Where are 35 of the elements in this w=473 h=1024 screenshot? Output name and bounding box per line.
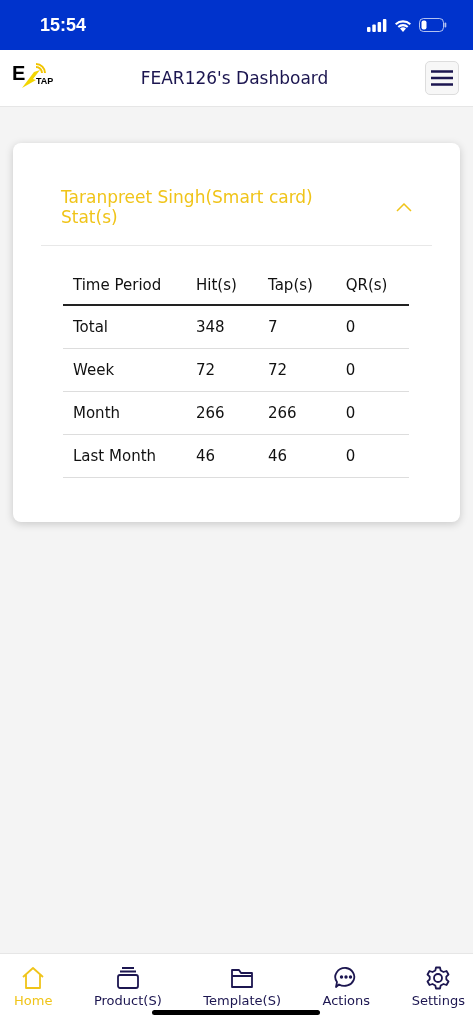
column-header: Hit(s): [186, 266, 258, 305]
menu-button[interactable]: [425, 61, 459, 95]
column-header: Time Period: [63, 266, 186, 305]
table-cell: 46: [258, 434, 336, 478]
logo: E TAP: [12, 61, 52, 90]
table-cell: 7: [258, 305, 336, 349]
menu-icon: [431, 70, 453, 86]
table-cell: 0: [335, 391, 409, 435]
nav-item[interactable]: Template(S): [203, 966, 281, 1024]
table-cell: Month: [63, 391, 186, 435]
table-cell: 266: [258, 391, 336, 435]
settings-icon: [425, 966, 452, 990]
table-cell: 0: [335, 348, 409, 392]
table-cell: Week: [63, 348, 186, 392]
page-title: FEAR126's Dashboard: [139, 68, 330, 88]
table-cell: 72: [186, 348, 258, 392]
table-cell: 348: [186, 305, 258, 349]
table-cell: Total: [63, 305, 186, 349]
battery-icon: [419, 18, 447, 32]
stack-icon: [114, 966, 141, 990]
folder-icon: [229, 966, 256, 990]
table-cell: 266: [186, 391, 258, 435]
column-header: Tap(s): [258, 266, 336, 305]
status-time: 15:54: [40, 14, 87, 36]
column-header: QR(s): [335, 266, 409, 305]
table-cell: Last Month: [63, 434, 186, 478]
table-cell: 0: [335, 305, 409, 349]
nav-item[interactable]: Settings: [411, 966, 465, 1024]
table-cell: 46: [186, 434, 258, 478]
wifi-icon: [394, 18, 412, 32]
table-cell: 72: [258, 348, 336, 392]
nav-item[interactable]: Actions: [322, 966, 371, 1024]
nav-item[interactable]: Product(S): [93, 966, 162, 1024]
table-cell: 0: [335, 434, 409, 478]
signal-icon: [367, 18, 387, 32]
